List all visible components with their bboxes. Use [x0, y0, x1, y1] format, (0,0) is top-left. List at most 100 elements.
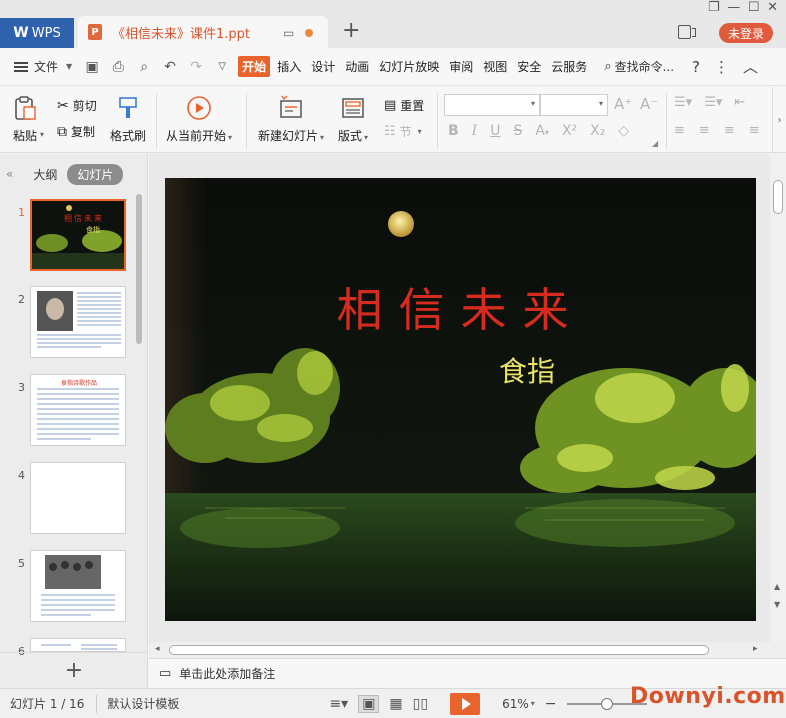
bullet-list-icon[interactable]: ☰▾	[674, 95, 692, 110]
save-icon[interactable]: ▣	[84, 59, 100, 75]
italic-icon[interactable]: I	[472, 123, 478, 139]
tab-slides[interactable]: 幻灯片	[67, 163, 124, 185]
redo-icon[interactable]: ↷	[188, 59, 204, 75]
minimize-icon[interactable]: —	[727, 0, 740, 18]
normal-view-icon[interactable]: ▣	[358, 694, 380, 713]
subscript-icon[interactable]: X₂	[590, 123, 605, 139]
scroll-up-icon[interactable]: ▲	[774, 582, 780, 591]
scroll-left-icon[interactable]: ◂	[155, 644, 160, 654]
numbered-list-icon[interactable]: ☰▾	[704, 95, 722, 110]
new-slide-button[interactable]: 新建幻灯片 ▾	[258, 95, 324, 144]
copy-button[interactable]: ⧉ 复制	[57, 123, 95, 140]
new-tab-button[interactable]: +	[342, 20, 360, 42]
more-icon[interactable]: ⋮	[714, 58, 729, 76]
tab-design[interactable]: 设计	[308, 56, 338, 77]
underline-icon[interactable]: U	[490, 123, 500, 139]
unsaved-dot-icon	[305, 29, 313, 37]
paste-button[interactable]: 粘贴	[12, 95, 38, 144]
zoom-slider-knob[interactable]	[600, 697, 613, 710]
layout-button[interactable]: 版式 ▾	[338, 95, 368, 144]
document-tab-title: 《相信未来》课件1.ppt	[112, 26, 251, 42]
slide-author[interactable]: 食指	[499, 350, 555, 390]
editor-horizontal-scrollbar[interactable]: ◂ ▸	[149, 642, 786, 658]
font-size-select[interactable]: ▾	[540, 94, 608, 116]
current-slide[interactable]: 相信未来 食指	[165, 178, 756, 621]
tab-insert[interactable]: 插入	[274, 56, 304, 77]
slide-thumbnail-2[interactable]	[30, 286, 126, 358]
scroll-right-icon[interactable]: ▸	[753, 644, 758, 654]
paste-dropdown-icon[interactable]: ▾	[40, 130, 44, 139]
scroll-down-icon[interactable]: ▼	[774, 600, 780, 609]
command-search[interactable]: ⌕ 查找命令...	[604, 58, 674, 75]
tab-security[interactable]: 安全	[514, 56, 544, 77]
align-center-icon[interactable]: ≡	[699, 123, 710, 138]
slide-thumbnail-5[interactable]	[30, 550, 126, 622]
notes-view-icon[interactable]: ≡▾	[329, 696, 348, 712]
print-preview-icon[interactable]: ⌕	[136, 59, 152, 75]
slide-2-thumbnail-image	[37, 291, 121, 348]
slide-thumbnail-3[interactable]: 食指诗歌作品	[30, 374, 126, 446]
tab-outline[interactable]: 大纲	[33, 166, 57, 183]
justify-icon[interactable]: ≡	[749, 123, 760, 138]
reading-view-icon[interactable]: ▯▯	[413, 696, 428, 712]
wps-home-tab[interactable]: W WPS	[0, 18, 74, 48]
close-icon[interactable]: ✕	[767, 0, 778, 18]
font-color-icon[interactable]: A▾	[535, 123, 549, 139]
maximize-icon[interactable]: ☐	[748, 0, 760, 18]
font-name-select[interactable]: ▾	[444, 94, 540, 116]
zoom-out-icon[interactable]: −	[545, 696, 557, 712]
strikethrough-icon[interactable]: S	[513, 123, 522, 139]
clear-format-icon[interactable]: ◇	[618, 123, 629, 139]
tab-cloud-service[interactable]: 云服务	[548, 56, 590, 77]
design-template-label[interactable]: 默认设计模板	[107, 695, 179, 712]
monitor-icon[interactable]: ▭	[283, 26, 294, 40]
slide-thumbnail-6[interactable]	[30, 638, 126, 652]
customize-dropdown-icon[interactable]: ▽	[214, 59, 230, 75]
format-painter-label: 格式刷	[110, 129, 147, 143]
tab-animation[interactable]: 动画	[342, 56, 372, 77]
cut-button[interactable]: ✂ 剪切	[57, 97, 97, 114]
tab-home[interactable]: 开始	[238, 56, 271, 77]
slide-thumbnail-1[interactable]: 相信未来 食指	[30, 199, 126, 271]
format-painter-button[interactable]: 格式刷	[110, 95, 146, 144]
chevron-down-icon: ▾	[417, 127, 422, 136]
reset-button[interactable]: ▤ 重置	[384, 97, 424, 114]
tablet-mode-icon[interactable]	[678, 25, 696, 39]
decrease-font-icon[interactable]: A⁻	[640, 95, 658, 113]
tab-slideshow[interactable]: 幻灯片放映	[376, 56, 442, 77]
font-dialog-launcher-icon[interactable]: ◢	[652, 139, 658, 148]
align-right-icon[interactable]: ≡	[724, 123, 735, 138]
slide-title[interactable]: 相信未来	[165, 274, 756, 340]
start-from-current-button[interactable]: 从当前开始 ▾	[166, 95, 232, 144]
chevron-down-icon[interactable]: ▾	[531, 699, 535, 708]
ribbon-scroll-right-icon[interactable]: ›	[772, 87, 786, 153]
add-slide-button[interactable]: +	[0, 652, 148, 688]
horizontal-scroll-thumb[interactable]	[169, 645, 709, 655]
vertical-scroll-thumb[interactable]	[773, 180, 783, 214]
zoom-level[interactable]: 61%	[502, 697, 529, 711]
play-slideshow-button[interactable]	[450, 692, 481, 715]
align-left-icon[interactable]: ≡	[674, 123, 685, 138]
section-button[interactable]: ☷ 节 ▾	[384, 123, 422, 140]
restore-icon[interactable]: ❐	[708, 0, 720, 18]
tab-view[interactable]: 视图	[480, 56, 510, 77]
editor-vertical-scrollbar[interactable]: ▲ ▼	[770, 154, 786, 642]
slide-number: 3	[18, 381, 25, 394]
superscript-icon[interactable]: X²	[562, 123, 577, 139]
login-button[interactable]: 未登录	[719, 23, 773, 43]
paintbrush-icon	[119, 97, 137, 118]
increase-font-icon[interactable]: A⁺	[614, 95, 632, 113]
collapse-panel-icon[interactable]: «	[6, 167, 13, 181]
ribbon-divider	[246, 93, 247, 149]
file-menu[interactable]: 文件 ▼	[14, 58, 72, 75]
decrease-indent-icon[interactable]: ⇤	[734, 95, 745, 110]
bold-icon[interactable]: B	[448, 123, 459, 139]
panel-scrollbar[interactable]	[136, 194, 142, 344]
tab-review[interactable]: 审阅	[446, 56, 476, 77]
help-icon[interactable]: ?	[692, 58, 700, 76]
slide-thumbnail-4[interactable]	[30, 462, 126, 534]
print-icon[interactable]: ⎙	[110, 59, 126, 75]
slide-sorter-icon[interactable]: ▦	[389, 696, 402, 712]
undo-icon[interactable]: ↶	[162, 59, 178, 75]
collapse-ribbon-icon[interactable]: ︿	[743, 56, 758, 77]
